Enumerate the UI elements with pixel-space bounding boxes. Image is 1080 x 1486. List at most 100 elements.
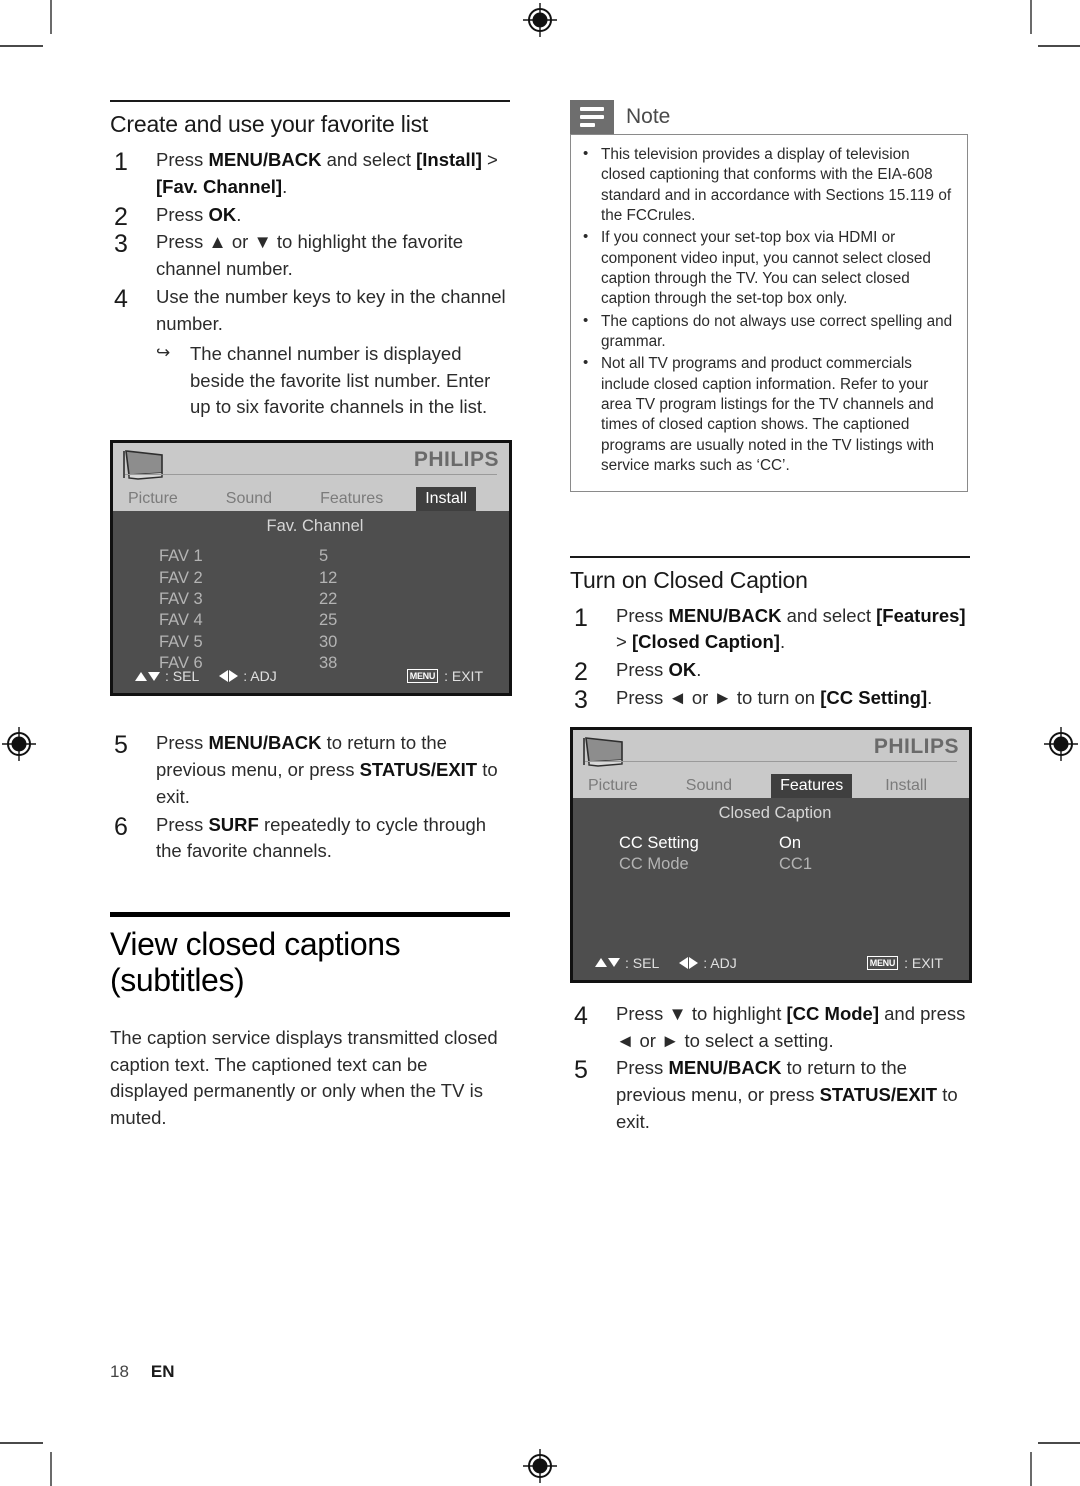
- osd-row-label: CC Mode: [619, 855, 689, 874]
- osd-hint-exit: MENU : EXIT: [866, 954, 943, 971]
- step-item: 2 Press OK.: [110, 202, 510, 231]
- osd-row-label: FAV 3: [159, 590, 203, 608]
- step-item: 3 Press ▲ or ▼ to highlight the favorite…: [110, 229, 510, 283]
- step-item: 4 Use the number keys to key in the chan…: [110, 284, 510, 421]
- step-item: 1 Press MENU/BACK and select [Features] …: [570, 603, 970, 657]
- osd-tab-sound[interactable]: Sound: [217, 487, 281, 511]
- note-body: This television provides a display of te…: [570, 134, 968, 492]
- osd-menu-title: Fav. Channel: [266, 517, 364, 536]
- chapter-rule: [110, 912, 510, 918]
- osd-body: Fav. Channel FAV 1 5 FAV 2 12 FAV 3 22 F…: [113, 511, 509, 694]
- left-right-arrows-icon: [679, 956, 699, 969]
- step-number: 5: [574, 1056, 588, 1085]
- note-header: Note: [570, 100, 968, 134]
- osd-row-value: 12: [319, 568, 338, 587]
- language-code: EN: [150, 1362, 175, 1381]
- section-rule: [570, 555, 970, 558]
- step-text: Press ▲ or ▼ to highlight the favorite c…: [156, 231, 464, 280]
- right-column: Note This television provides a display …: [570, 100, 972, 1137]
- osd-row-cc-mode[interactable]: CC Mode CC1: [619, 854, 969, 875]
- page-footer: 18 EN: [110, 1362, 175, 1382]
- step-result-note: ↪ The channel number is displayed beside…: [156, 341, 510, 421]
- osd-hint-select-label: : SEL: [165, 668, 200, 685]
- osd-header: PHILIPS: [573, 729, 969, 774]
- result-text: The channel number is displayed beside t…: [190, 342, 491, 418]
- osd-row-cc-setting[interactable]: CC Setting On: [619, 833, 969, 854]
- osd-row-label: CC Setting: [619, 833, 699, 852]
- note-item: This television provides a display of te…: [581, 144, 953, 226]
- osd-row[interactable]: FAV 5 30: [159, 632, 509, 653]
- step-number: 6: [114, 812, 128, 841]
- step-number: 3: [114, 230, 128, 259]
- step-item: 5 Press MENU/BACK to return to the previ…: [570, 1055, 970, 1135]
- osd-tab-picture[interactable]: Picture: [119, 487, 187, 511]
- osd-hint-adjust: : ADJ: [219, 668, 277, 685]
- philips-logo: PHILIPS: [413, 448, 499, 472]
- osd-row[interactable]: FAV 2 12: [159, 568, 509, 589]
- up-down-arrows-icon: [135, 671, 160, 681]
- step-item: 4 Press ▼ to highlight [CC Mode] and pre…: [570, 1001, 970, 1055]
- result-arrow-icon: ↪: [156, 342, 171, 362]
- osd-row-list: CC Setting On CC Mode CC1: [573, 833, 969, 876]
- note-lines-icon: [570, 100, 614, 134]
- favorite-list-steps-continued: 5 Press MENU/BACK to return to the previ…: [110, 730, 510, 865]
- tv-icon: [583, 736, 623, 767]
- osd-row[interactable]: FAV 3 22: [159, 589, 509, 610]
- osd-header-divider: [125, 474, 497, 476]
- step-number: 5: [114, 731, 128, 760]
- osd-row-value: On: [779, 833, 802, 852]
- step-text: Press MENU/BACK and select [Install] > […: [156, 149, 498, 197]
- osd-row-value: 22: [319, 590, 338, 608]
- up-down-arrows-icon: [595, 958, 620, 968]
- osd-row-label: FAV 1: [159, 547, 203, 566]
- osd-hint-exit-label: : EXIT: [904, 954, 943, 971]
- osd-row-value: CC1: [779, 855, 813, 874]
- osd-tab-install[interactable]: Install: [416, 487, 476, 512]
- section-heading-favorite-list: Create and use your favorite list: [110, 111, 429, 137]
- note-item: If you connect your set-top box via HDMI…: [581, 227, 953, 309]
- osd-row-label: FAV 2: [159, 568, 203, 587]
- osd-row-value: 5: [319, 547, 329, 566]
- osd-menu-title: Closed Caption: [718, 803, 832, 822]
- osd-tab-sound[interactable]: Sound: [677, 774, 741, 798]
- osd-row-value: 30: [319, 632, 338, 651]
- osd-row[interactable]: FAV 4 25: [159, 610, 509, 631]
- menu-key-icon: MENU: [866, 955, 899, 970]
- chapter-intro-paragraph: The caption service displays transmitted…: [110, 1026, 498, 1129]
- osd-tab-bar: Picture Sound Features Install: [573, 773, 969, 798]
- step-item: 6 Press SURF repeatedly to cycle through…: [110, 812, 510, 866]
- note-item: The captions do not always use correct s…: [581, 311, 953, 353]
- step-item: 2 Press OK.: [570, 657, 970, 686]
- osd-body: Closed Caption CC Setting On CC Mode CC1: [573, 797, 969, 980]
- step-item: 1 Press MENU/BACK and select [Install] >…: [110, 147, 510, 201]
- step-number: 1: [114, 148, 128, 176]
- step-text: Press OK.: [156, 203, 242, 225]
- osd-tab-picture[interactable]: Picture: [579, 774, 647, 798]
- step-item: 3 Press ◄ or ► to turn on [CC Setting].: [570, 685, 970, 714]
- osd-tab-features[interactable]: Features: [771, 773, 853, 798]
- step-text: Press OK.: [616, 659, 702, 681]
- osd-row[interactable]: FAV 1 5: [159, 546, 509, 567]
- step-text: Press MENU/BACK to return to the previou…: [156, 732, 498, 807]
- step-number: 1: [574, 603, 588, 632]
- note-item: Not all TV programs and product commerci…: [581, 353, 953, 476]
- page-number: 18: [110, 1362, 129, 1381]
- osd-screenshot-favorite-channel: PHILIPS Picture Sound Features Install F…: [110, 440, 512, 697]
- step-text: Press ◄ or ► to turn on [CC Setting].: [616, 686, 933, 708]
- chapter-heading-view-closed-captions: View closed captions (subtitles): [110, 926, 401, 999]
- osd-tab-install[interactable]: Install: [876, 774, 936, 798]
- closed-caption-steps: 1 Press MENU/BACK and select [Features] …: [570, 603, 970, 714]
- philips-logo: PHILIPS: [873, 734, 959, 758]
- osd-hint-adjust-label: : ADJ: [243, 668, 277, 685]
- osd-tab-features[interactable]: Features: [311, 487, 392, 511]
- note-item-list: This television provides a display of te…: [581, 144, 953, 477]
- closed-caption-steps-continued: 4 Press ▼ to highlight [CC Mode] and pre…: [570, 1001, 970, 1136]
- osd-hint-select: : SEL: [595, 955, 659, 971]
- menu-key-icon: MENU: [406, 669, 439, 684]
- osd-hint-adjust-label: : ADJ: [703, 954, 737, 971]
